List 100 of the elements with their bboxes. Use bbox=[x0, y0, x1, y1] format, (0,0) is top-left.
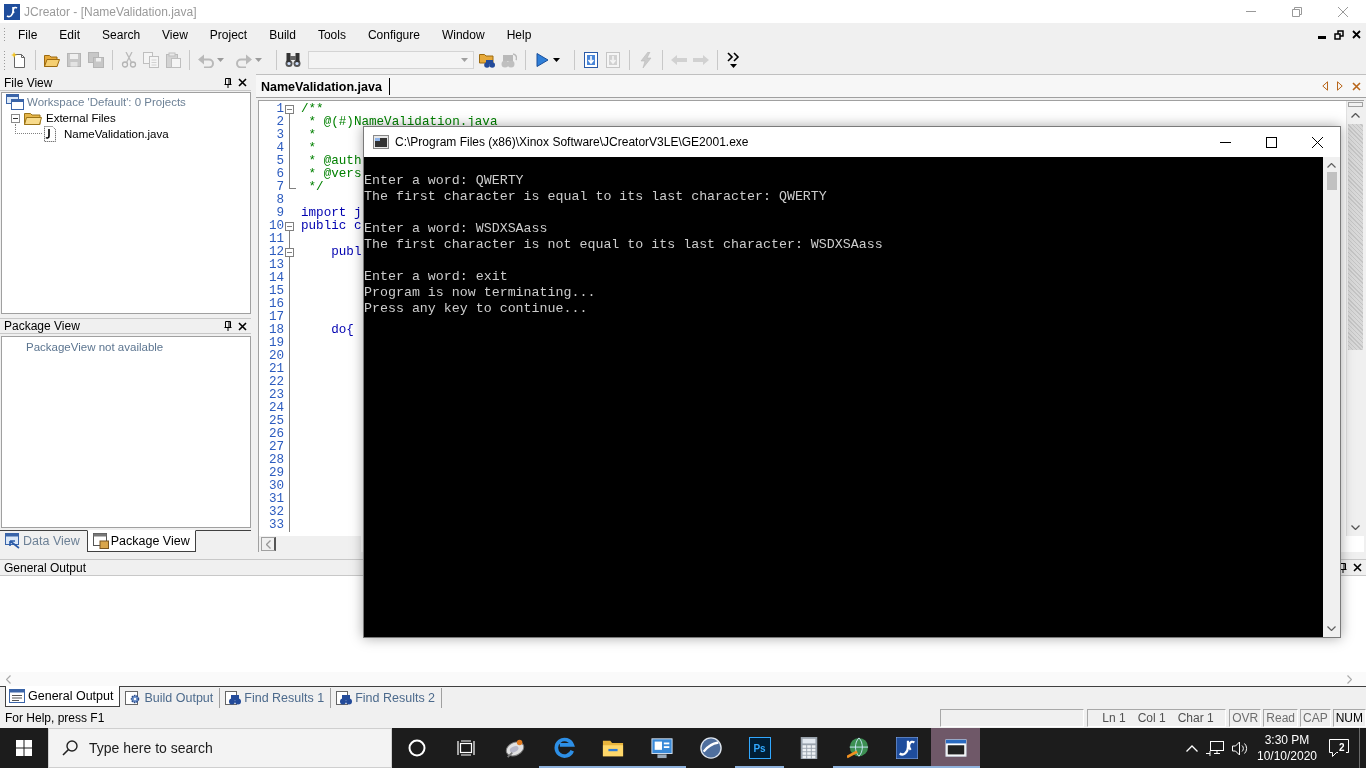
list-window-icon bbox=[9, 689, 25, 703]
taskbar-app[interactable] bbox=[931, 728, 980, 768]
panel-tab[interactable]: Package View bbox=[86, 530, 196, 552]
scroll-thumb[interactable] bbox=[1326, 172, 1337, 190]
output-tab[interactable]: Find Results 1 bbox=[222, 688, 332, 708]
menu-item[interactable]: Project bbox=[198, 25, 259, 44]
chevron-up-icon[interactable] bbox=[1186, 744, 1198, 752]
close-icon[interactable] bbox=[238, 321, 247, 331]
close-icon[interactable] bbox=[1353, 563, 1362, 572]
menu-item[interactable]: Tools bbox=[306, 25, 357, 44]
line-number: 25 bbox=[267, 415, 284, 428]
line-number: 4 bbox=[275, 142, 284, 155]
menu-item[interactable]: Edit bbox=[48, 25, 92, 44]
window-title: JCreator - [NameValidation.java] bbox=[24, 4, 197, 19]
console-line: Enter a word: QWERTY bbox=[364, 173, 525, 189]
package-window-icon bbox=[92, 533, 109, 549]
tree-item[interactable]: Workspace 'Default': 0 Projects bbox=[27, 96, 186, 108]
maximize-icon bbox=[1265, 136, 1277, 148]
code-text: publ bbox=[331, 245, 362, 259]
data-window-icon bbox=[5, 533, 21, 549]
line-number: 15 bbox=[267, 285, 284, 298]
globe-icon bbox=[846, 737, 869, 759]
empty-message: PackageView not available bbox=[26, 341, 164, 353]
minimize-icon[interactable] bbox=[1318, 35, 1326, 39]
pin-icon[interactable] bbox=[1339, 562, 1347, 573]
caret-icon bbox=[461, 58, 468, 62]
search-icon bbox=[62, 740, 78, 756]
line-number: 16 bbox=[267, 298, 284, 311]
pin-icon[interactable] bbox=[224, 77, 232, 88]
line-number: 18 bbox=[267, 324, 284, 337]
code-text: * @(#)NameValidation.java bbox=[308, 115, 498, 129]
collapse-icon[interactable] bbox=[11, 113, 20, 123]
monitor-icon bbox=[650, 737, 673, 759]
code-text: public c bbox=[301, 219, 362, 233]
redo-icon bbox=[236, 52, 252, 68]
left-triangle-icon[interactable] bbox=[1322, 81, 1328, 91]
caret-icon bbox=[217, 58, 224, 62]
code-text: /** bbox=[301, 102, 324, 116]
clock[interactable]: 3:30 PM 10/10/2020 bbox=[1259, 728, 1315, 768]
notifications-button[interactable]: 2 bbox=[1319, 728, 1359, 768]
code-text: import j bbox=[301, 206, 362, 220]
speaker-icon[interactable] bbox=[1232, 740, 1249, 756]
tree-item[interactable]: NameValidation.java bbox=[64, 128, 169, 140]
menu-item[interactable]: Window bbox=[430, 25, 496, 44]
status-indicator: NUM bbox=[1332, 709, 1366, 727]
line-number: 17 bbox=[267, 311, 284, 324]
window-title: C:\Program Files (x86)\Xinox Software\JCreatorV3LE\GE2001.exe bbox=[395, 135, 749, 149]
close-icon[interactable] bbox=[1352, 30, 1361, 39]
code-text: * bbox=[308, 141, 317, 155]
binoculars-page-icon bbox=[225, 691, 242, 705]
line-number: 3 bbox=[275, 129, 284, 142]
pane-title: General Output bbox=[3, 560, 87, 575]
logo-icon bbox=[895, 737, 918, 759]
network-icon[interactable] bbox=[1206, 740, 1224, 756]
console-line: Enter a word: exit bbox=[364, 269, 509, 285]
scroll-up-icon[interactable] bbox=[1327, 163, 1336, 168]
line-number: 24 bbox=[267, 402, 284, 415]
minimize-icon bbox=[1246, 11, 1256, 12]
vertical-scrollbar[interactable] bbox=[1346, 101, 1364, 536]
right-triangle-icon[interactable] bbox=[1337, 81, 1343, 91]
menu-item[interactable]: Configure bbox=[356, 25, 431, 44]
search-field[interactable]: Type here to search bbox=[48, 728, 392, 768]
chevron-icon bbox=[726, 52, 742, 68]
line-number: 2 bbox=[275, 116, 284, 129]
pin-icon[interactable] bbox=[224, 321, 232, 331]
lightning-icon bbox=[638, 52, 654, 68]
code-text: * @auth bbox=[308, 154, 362, 168]
java-file-icon bbox=[42, 126, 58, 142]
scroll-down-icon[interactable] bbox=[1327, 626, 1336, 631]
scroll-thumb[interactable] bbox=[1348, 124, 1363, 350]
menu-item[interactable]: Help bbox=[495, 25, 543, 44]
restore-icon bbox=[1292, 6, 1302, 17]
undo-icon bbox=[198, 52, 214, 68]
menu-item[interactable]: File bbox=[7, 25, 49, 44]
console-line: Press any key to continue... bbox=[364, 301, 589, 317]
minimize-icon bbox=[1219, 141, 1231, 143]
close-icon[interactable] bbox=[238, 78, 247, 87]
menu-item[interactable]: Build bbox=[258, 25, 307, 44]
panel-tab[interactable]: Data View bbox=[0, 530, 85, 552]
menu-item[interactable]: Search bbox=[91, 25, 152, 44]
taskbar-app[interactable]: Ps bbox=[735, 728, 784, 768]
scroll-up-icon[interactable] bbox=[1351, 113, 1360, 118]
restore-icon[interactable] bbox=[1334, 29, 1344, 40]
menu-item[interactable]: View bbox=[151, 25, 199, 44]
line-number: 26 bbox=[267, 428, 284, 441]
binoculars-icon bbox=[285, 52, 301, 68]
caret-icon bbox=[553, 58, 560, 62]
output-tab[interactable]: Find Results 2 bbox=[333, 688, 443, 708]
dish-icon bbox=[503, 737, 526, 759]
terminal-window-icon bbox=[944, 737, 967, 759]
horizontal-scrollbar[interactable] bbox=[259, 536, 361, 552]
file-tab[interactable]: NameValidation.java bbox=[256, 78, 390, 95]
line-number: 32 bbox=[267, 506, 284, 519]
scroll-down-icon[interactable] bbox=[1351, 525, 1360, 530]
vertical-scrollbar[interactable] bbox=[1323, 157, 1340, 637]
output-tab[interactable]: Build Output bbox=[122, 688, 221, 708]
tree-item[interactable]: External Files bbox=[46, 112, 116, 124]
task-view-icon bbox=[456, 740, 475, 756]
output-tab[interactable]: General Output bbox=[5, 686, 121, 707]
clipboard-icon bbox=[165, 52, 181, 68]
